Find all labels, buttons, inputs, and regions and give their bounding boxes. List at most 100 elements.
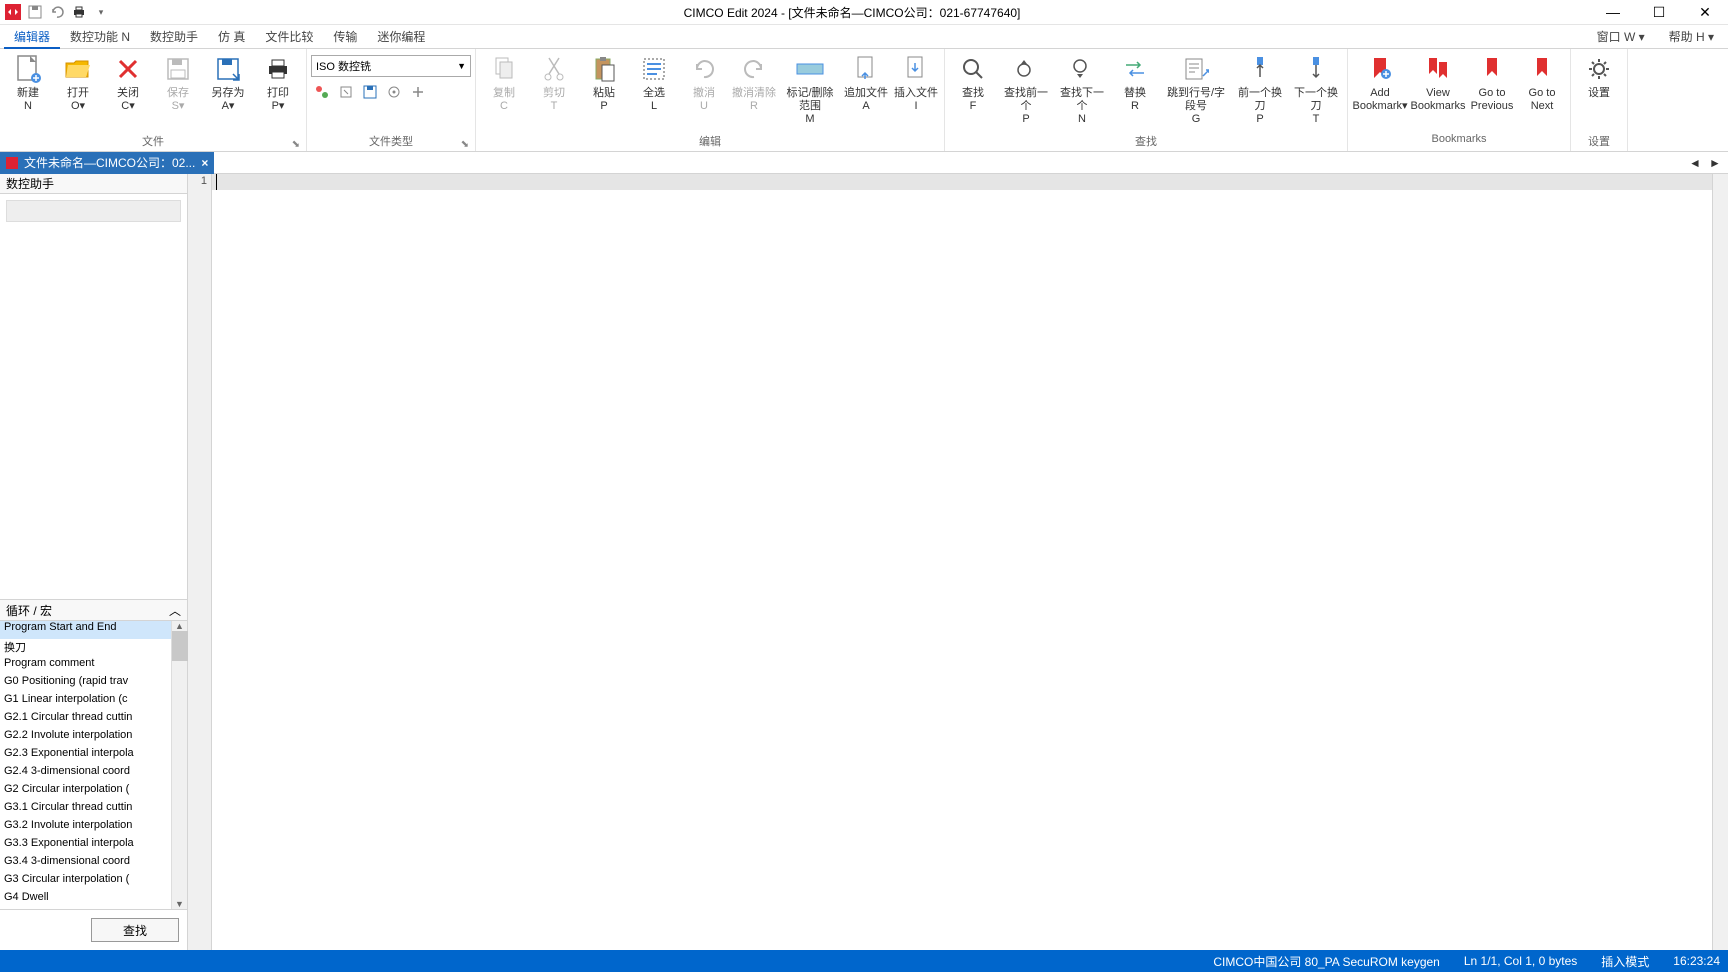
macro-item[interactable]: G2.3 Exponential interpola bbox=[0, 747, 187, 765]
tab-transmission[interactable]: 传输 bbox=[323, 25, 367, 49]
tab-file-compare[interactable]: 文件比较 bbox=[255, 25, 323, 49]
prev-tool-change-button[interactable]: 前一个换刀P bbox=[1233, 51, 1287, 128]
save-as-button[interactable]: 另存为A▾ bbox=[204, 51, 252, 115]
undo-icon[interactable] bbox=[48, 3, 66, 21]
find-prev-button[interactable]: 查找前一个P bbox=[999, 51, 1053, 128]
tab-simulation[interactable]: 仿 真 bbox=[208, 25, 255, 49]
maximize-button[interactable]: ☐ bbox=[1636, 0, 1682, 25]
macro-item[interactable]: G4 Dwell bbox=[0, 891, 187, 909]
find-next-button[interactable]: 查找下一个N bbox=[1055, 51, 1109, 128]
append-file-icon bbox=[850, 53, 882, 85]
macro-item[interactable]: G3.2 Involute interpolation bbox=[0, 819, 187, 837]
close-button-ribbon[interactable]: 关闭C▾ bbox=[104, 51, 152, 115]
open-button[interactable]: 打开O▾ bbox=[54, 51, 102, 115]
copy-button[interactable]: 复制C bbox=[480, 51, 528, 115]
bookmark-prev-icon bbox=[1476, 53, 1508, 85]
settings-button[interactable]: 设置 bbox=[1575, 51, 1623, 102]
code-text-area[interactable] bbox=[212, 174, 1712, 950]
tab-prev-icon[interactable]: ◄ bbox=[1686, 154, 1704, 172]
tab-nc-functions[interactable]: 数控功能 N bbox=[60, 25, 140, 49]
macro-item[interactable]: G2.2 Involute interpolation bbox=[0, 729, 187, 747]
macro-item[interactable]: Program Start and End bbox=[0, 621, 187, 639]
goto-prev-bookmark-button[interactable]: Go toPrevious bbox=[1468, 51, 1516, 115]
editor-vertical-scrollbar[interactable] bbox=[1712, 174, 1728, 950]
tool-up-icon bbox=[1244, 53, 1276, 85]
tool-down-icon bbox=[1300, 53, 1332, 85]
filetype-dropdown[interactable]: ISO 数控铣 ▼ bbox=[311, 55, 471, 77]
macro-item[interactable]: G1 Linear interpolation (c bbox=[0, 693, 187, 711]
doc-tab-close-icon[interactable]: × bbox=[201, 156, 208, 170]
title-bar: ▾ CIMCO Edit 2024 - [文件未命名—CIMCO公司：021-6… bbox=[0, 0, 1728, 25]
cut-button[interactable]: 剪切T bbox=[530, 51, 578, 115]
filetype-group-launcher-icon[interactable]: ⬊ bbox=[461, 139, 469, 150]
goto-icon bbox=[1180, 53, 1212, 85]
code-editor[interactable]: 1 bbox=[188, 174, 1728, 950]
macro-item[interactable]: G3 Circular interpolation ( bbox=[0, 873, 187, 891]
select-all-button[interactable]: 全选L bbox=[630, 51, 678, 115]
next-tool-change-button[interactable]: 下一个换刀T bbox=[1289, 51, 1343, 128]
save-button[interactable]: 保存S▾ bbox=[154, 51, 202, 115]
ribbon-group-edit: 复制C 剪切T 粘贴P 全选L 撤消U 撤消清除R 标记/删除范围M 追加文件A… bbox=[476, 49, 945, 151]
filetype-tool-3-icon[interactable] bbox=[361, 83, 379, 101]
print-button[interactable]: 打印P▾ bbox=[254, 51, 302, 115]
minimize-button[interactable]: — bbox=[1590, 0, 1636, 25]
macro-item[interactable]: G3.3 Exponential interpola bbox=[0, 837, 187, 855]
save-icon[interactable] bbox=[26, 3, 44, 21]
macro-scrollbar[interactable]: ▲ ▼ bbox=[171, 621, 187, 909]
mark-delete-range-button[interactable]: 标记/删除范围M bbox=[780, 51, 840, 128]
macro-list: Program Start and End换刀Program commentG0… bbox=[0, 621, 187, 910]
find-button[interactable]: 查找F bbox=[949, 51, 997, 115]
goto-line-button[interactable]: 跳到行号/字段号G bbox=[1161, 51, 1231, 128]
macro-item[interactable]: G3.4 3-dimensional coord bbox=[0, 855, 187, 873]
tab-next-icon[interactable]: ► bbox=[1706, 154, 1724, 172]
tab-editor[interactable]: 编辑器 bbox=[4, 25, 60, 49]
search-down-icon bbox=[1066, 53, 1098, 85]
document-tab[interactable]: 文件未命名—CIMCO公司：02... × bbox=[0, 152, 214, 174]
print-icon[interactable] bbox=[70, 3, 88, 21]
undo-button[interactable]: 撤消U bbox=[680, 51, 728, 115]
select-all-icon bbox=[638, 53, 670, 85]
tab-nc-assist[interactable]: 数控助手 bbox=[140, 25, 208, 49]
macro-item[interactable]: G2 Circular interpolation ( bbox=[0, 783, 187, 801]
file-group-launcher-icon[interactable]: ⬊ bbox=[292, 139, 300, 150]
window-menu[interactable]: 窗口 W ▾ bbox=[1587, 25, 1655, 49]
redo-arrow-icon bbox=[738, 53, 770, 85]
macro-item[interactable]: Program comment bbox=[0, 657, 187, 675]
append-file-button[interactable]: 追加文件A bbox=[842, 51, 890, 115]
scroll-thumb[interactable] bbox=[172, 631, 188, 661]
tab-mini-programming[interactable]: 迷你编程 bbox=[367, 25, 435, 49]
filetype-tool-5-icon[interactable] bbox=[409, 83, 427, 101]
filetype-tool-2-icon[interactable] bbox=[337, 83, 355, 101]
view-bookmarks-button[interactable]: ViewBookmarks bbox=[1410, 51, 1466, 115]
goto-next-bookmark-button[interactable]: Go toNext bbox=[1518, 51, 1566, 115]
ribbon-group-settings: 设置 设置 bbox=[1571, 49, 1628, 151]
macro-item[interactable]: G2.1 Circular thread cuttin bbox=[0, 711, 187, 729]
save-as-icon bbox=[212, 53, 244, 85]
qat-dropdown-icon[interactable]: ▾ bbox=[92, 3, 110, 21]
panel-header-nc-assist: 数控助手 bbox=[0, 174, 187, 194]
scroll-down-icon[interactable]: ▼ bbox=[175, 899, 184, 909]
scroll-up-icon[interactable]: ▲ bbox=[175, 621, 184, 631]
status-time: 16:23:24 bbox=[1673, 954, 1720, 968]
replace-button[interactable]: 替换R bbox=[1111, 51, 1159, 115]
filetype-tool-1-icon[interactable] bbox=[313, 83, 331, 101]
editor-area: 数控助手 循环 / 宏 ︿ Program Start and End换刀Pro… bbox=[0, 174, 1728, 950]
macro-item[interactable]: G3.1 Circular thread cuttin bbox=[0, 801, 187, 819]
panel-section-macros[interactable]: 循环 / 宏 ︿ bbox=[0, 599, 187, 621]
gear-icon bbox=[1583, 53, 1615, 85]
redo-button[interactable]: 撤消清除R bbox=[730, 51, 778, 115]
macro-item[interactable]: 换刀 bbox=[0, 639, 187, 657]
panel-find-button[interactable]: 查找 bbox=[91, 918, 179, 942]
help-menu[interactable]: 帮助 H ▾ bbox=[1659, 25, 1724, 49]
add-bookmark-button[interactable]: AddBookmark▾ bbox=[1352, 51, 1408, 115]
panel-search-input[interactable] bbox=[6, 200, 181, 222]
filetype-tool-4-icon[interactable] bbox=[385, 83, 403, 101]
macro-item[interactable]: G2.4 3-dimensional coord bbox=[0, 765, 187, 783]
paste-button[interactable]: 粘贴P bbox=[580, 51, 628, 115]
ribbon-group-bookmarks: AddBookmark▾ ViewBookmarks Go toPrevious… bbox=[1348, 49, 1571, 151]
new-button[interactable]: 新建N bbox=[4, 51, 52, 115]
insert-file-button[interactable]: 插入文件I bbox=[892, 51, 940, 115]
macro-item[interactable]: G0 Positioning (rapid trav bbox=[0, 675, 187, 693]
ribbon-group-filetype: ISO 数控铣 ▼ 文件类型⬊ bbox=[307, 49, 476, 151]
close-button[interactable]: ✕ bbox=[1682, 0, 1728, 25]
